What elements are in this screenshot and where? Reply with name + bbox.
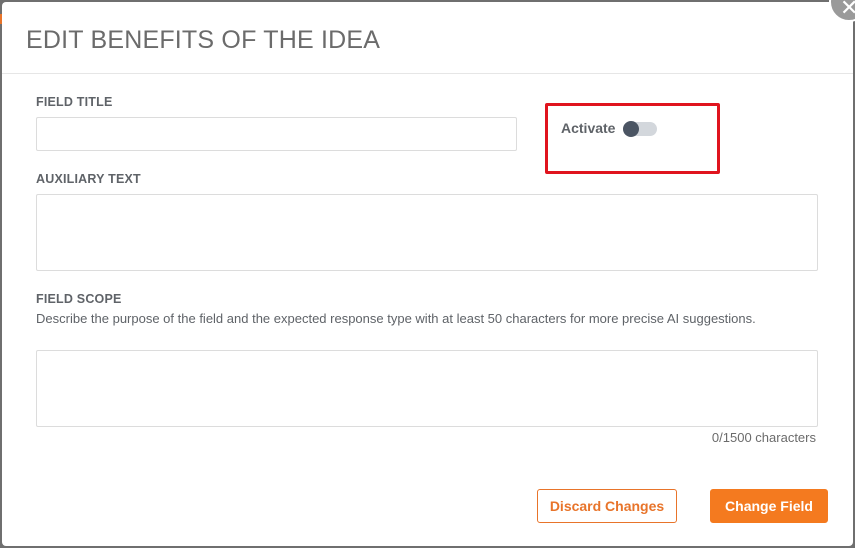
field-title-label: FIELD TITLE	[36, 95, 113, 109]
field-scope-input[interactable]	[36, 350, 818, 427]
activate-toggle[interactable]	[623, 121, 657, 137]
auxiliary-text-label: AUXILIARY TEXT	[36, 172, 141, 186]
close-icon: ✕	[840, 0, 855, 20]
character-counter: 0/1500 characters	[711, 430, 816, 445]
activate-label: Activate	[561, 120, 616, 136]
modal-title: EDIT BENEFITS OF THE IDEA	[26, 26, 381, 54]
discard-changes-button[interactable]: Discard Changes	[537, 489, 677, 523]
toggle-knob	[623, 121, 639, 137]
auxiliary-text-input[interactable]	[36, 194, 818, 271]
field-scope-label: FIELD SCOPE	[36, 292, 122, 306]
change-field-button[interactable]: Change Field	[710, 489, 828, 523]
edit-field-modal: EDIT BENEFITS OF THE IDEA FIELD TITLE Ac…	[2, 2, 853, 546]
field-title-input[interactable]	[36, 117, 517, 151]
modal-header: EDIT BENEFITS OF THE IDEA	[2, 2, 853, 74]
activate-highlight-box	[545, 103, 720, 174]
field-scope-description: Describe the purpose of the field and th…	[36, 311, 756, 326]
